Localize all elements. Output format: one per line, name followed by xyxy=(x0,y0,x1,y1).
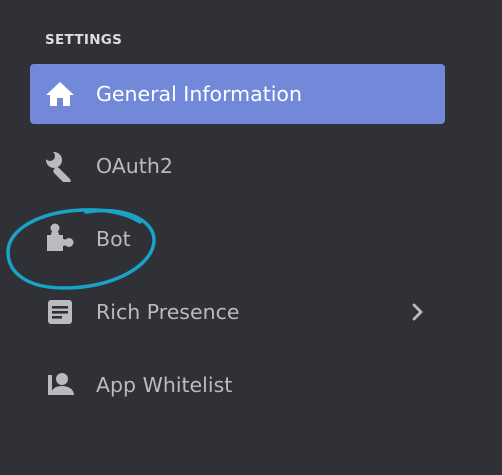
sidebar-item-rich-presence[interactable]: Rich Presence xyxy=(30,282,445,342)
sidebar-item-label: Bot xyxy=(96,227,131,251)
sidebar-item-label: Rich Presence xyxy=(96,300,240,324)
sidebar-item-oauth2[interactable]: OAuth2 xyxy=(30,136,445,196)
wrench-icon xyxy=(44,150,76,182)
sidebar-item-label: OAuth2 xyxy=(96,154,173,178)
sidebar-item-app-whitelist[interactable]: App Whitelist xyxy=(30,355,445,415)
settings-sidebar: SETTINGS General Information OAuth2 Bot … xyxy=(0,0,502,475)
home-icon xyxy=(44,78,76,110)
sidebar-item-bot[interactable]: Bot xyxy=(30,209,445,269)
document-icon xyxy=(44,296,76,328)
settings-header: SETTINGS xyxy=(45,32,123,48)
sidebar-item-label: General Information xyxy=(96,82,302,106)
sidebar-item-general-information[interactable]: General Information xyxy=(30,64,445,124)
person-icon xyxy=(44,369,76,401)
puzzle-piece-icon xyxy=(44,223,76,255)
chevron-right-icon xyxy=(409,303,427,321)
sidebar-item-label: App Whitelist xyxy=(96,373,233,397)
